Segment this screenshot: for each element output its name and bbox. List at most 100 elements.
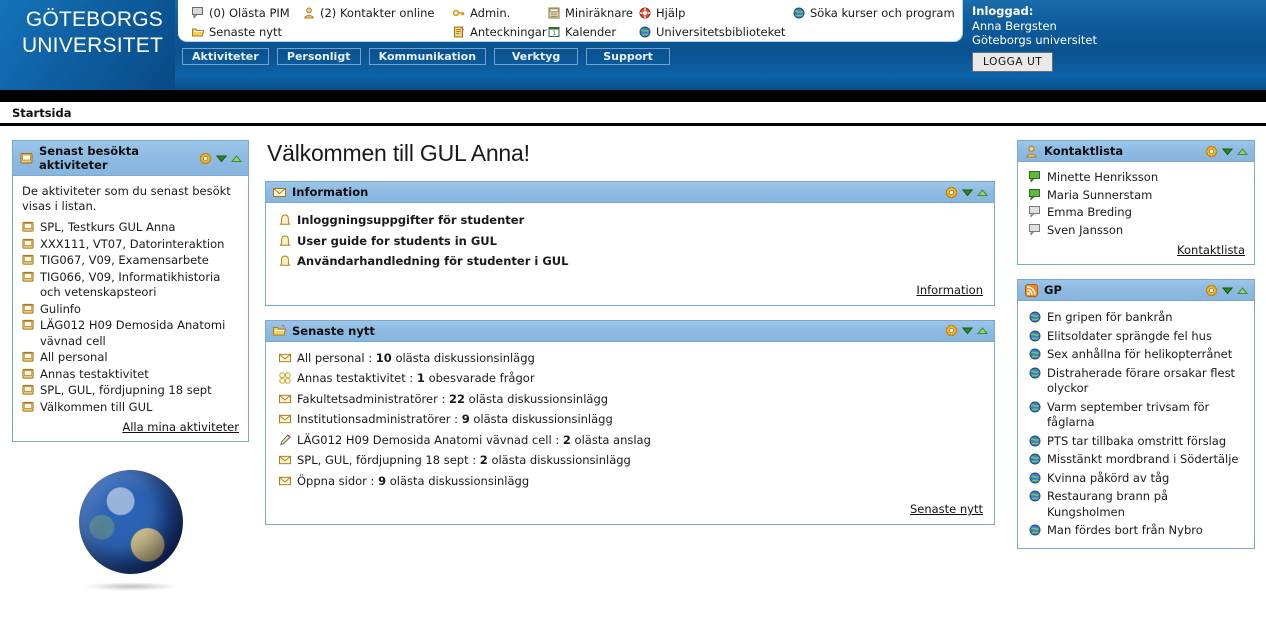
list-item[interactable]: Kvinna påkörd av tåg bbox=[1029, 471, 1245, 487]
list-item[interactable]: Öppna sidor : 9 olästa diskussionsinlägg bbox=[279, 474, 983, 490]
gear-icon[interactable] bbox=[1205, 145, 1218, 158]
quicklink-contacts-online[interactable]: (2) Kontakter online bbox=[303, 4, 435, 22]
chevron-down-icon[interactable] bbox=[215, 153, 228, 164]
link-latest-news[interactable]: Senaste nytt bbox=[910, 502, 983, 516]
list-item[interactable]: Varm september trivsam för fåglarna bbox=[1029, 400, 1245, 431]
quicklinks-panel: (0) Olästa PIM Senaste nytt (2) Kontakte… bbox=[178, 0, 963, 42]
portlet-tools bbox=[945, 324, 989, 337]
globe-icon bbox=[793, 7, 805, 19]
gp-headline: Distraherade förare orsakar flest olycko… bbox=[1047, 365, 1236, 396]
portlet-recent-activities: Senast besökta aktiviteter De aktivitete… bbox=[12, 140, 249, 442]
rss-icon bbox=[1025, 283, 1038, 297]
gp-news-list: En gripen för bankrån Elitsoldater sprän… bbox=[1029, 310, 1245, 539]
chevron-down-icon[interactable] bbox=[961, 187, 974, 198]
portlet-title: Information bbox=[292, 185, 369, 199]
list-item[interactable]: Misstänkt mordbrand i Södertälje bbox=[1029, 452, 1245, 468]
gear-icon[interactable] bbox=[945, 186, 958, 199]
news-count: 2 bbox=[479, 453, 488, 467]
nav-tab-support[interactable]: Support bbox=[586, 48, 671, 65]
university-logo[interactable]: GÖTEBORGS UNIVERSITET bbox=[0, 0, 175, 90]
list-item[interactable]: All personal : 10 olästa diskussionsinlä… bbox=[279, 351, 983, 367]
quicklink-admin[interactable]: Admin. bbox=[453, 4, 547, 22]
chevron-up-icon[interactable] bbox=[1236, 146, 1249, 157]
chevron-up-icon[interactable] bbox=[976, 325, 989, 336]
list-item[interactable]: Annas testaktivitet : 1 obesvarade frågo… bbox=[279, 371, 983, 387]
portlet-information: Information Inloggningsuppgifter för stu… bbox=[265, 181, 995, 306]
globe-icon bbox=[1029, 367, 1041, 379]
list-item[interactable]: Användarhandledning för studenter i GUL bbox=[279, 254, 983, 270]
quicklink-label: Anteckningar bbox=[470, 25, 547, 39]
list-item[interactable]: Sven Jansson bbox=[1029, 223, 1245, 239]
news-activity-name: LÄG012 H09 Demosida Anatomi vävnad cell bbox=[297, 432, 552, 447]
list-item[interactable]: Annas testaktivitet bbox=[22, 367, 239, 383]
list-item[interactable]: PTS tar tillbaka omstritt förslag bbox=[1029, 434, 1245, 450]
list-item[interactable]: TIG067, V09, Examensarbete bbox=[22, 253, 239, 269]
portlet-body: Inloggningsuppgifter för studenter User … bbox=[266, 203, 994, 305]
gear-icon[interactable] bbox=[1205, 284, 1218, 297]
news-activity-name: SPL, GUL, fördjupning 18 sept bbox=[297, 453, 469, 467]
main-navigation-tabs: Aktiviteter Personligt Kommunikation Ver… bbox=[182, 48, 671, 65]
quicklink-latest-news[interactable]: Senaste nytt bbox=[192, 23, 290, 41]
list-item[interactable]: SPL, GUL, fördjupning 18 sept : 2 olästa… bbox=[279, 453, 983, 469]
list-item[interactable]: XXX111, VT07, Datorinteraktion bbox=[22, 237, 239, 253]
nav-tab-aktiviteter[interactable]: Aktiviteter bbox=[182, 48, 269, 65]
list-item[interactable]: En gripen för bankrån bbox=[1029, 310, 1245, 326]
list-item[interactable]: Gulinfo bbox=[22, 302, 239, 318]
gear-icon[interactable] bbox=[199, 152, 212, 165]
portlet-header: GP bbox=[1018, 280, 1254, 301]
list-item[interactable]: Inloggningsuppgifter för studenter bbox=[279, 213, 983, 229]
quicklink-calendar[interactable]: 1 Kalender bbox=[548, 23, 633, 41]
notes-icon bbox=[453, 26, 465, 38]
news-activity-name: Fakultetsadministratörer bbox=[297, 391, 438, 406]
portlet-tools bbox=[945, 186, 989, 199]
link-all-my-activities[interactable]: Alla mina aktiviteter bbox=[122, 420, 239, 434]
chevron-up-icon[interactable] bbox=[230, 153, 243, 164]
contact-name: Minette Henriksson bbox=[1047, 170, 1159, 184]
list-item[interactable]: Maria Sunnerstam bbox=[1029, 188, 1245, 204]
list-item[interactable]: User guide for students in GUL bbox=[279, 234, 983, 250]
list-item[interactable]: Sex anhållna för helikopterrånet bbox=[1029, 347, 1245, 363]
gear-icon[interactable] bbox=[945, 324, 958, 337]
link-information[interactable]: Information bbox=[916, 283, 983, 297]
news-count: 1 bbox=[416, 371, 425, 385]
list-item[interactable]: LÄG012 H09 Demosida Anatomi vävnad cell bbox=[22, 318, 239, 349]
lifebuoy-icon bbox=[639, 7, 651, 19]
list-item[interactable]: Institutionsadministratörer : 9 olästa d… bbox=[279, 412, 983, 428]
list-item[interactable]: TIG066, V09, Informatikhistoria och vete… bbox=[22, 270, 239, 301]
list-item[interactable]: Fakultetsadministratörer : 22 olästa dis… bbox=[279, 392, 983, 408]
list-item[interactable]: Restaurang brann på Kungsholmen bbox=[1029, 489, 1245, 520]
list-item-label: Inloggningsuppgifter för studenter bbox=[297, 213, 525, 227]
list-item[interactable]: LÄG012 H09 Demosida Anatomi vävnad cell … bbox=[279, 433, 983, 449]
quicklink-notes[interactable]: Anteckningar bbox=[453, 23, 547, 41]
portlet-title: Senast besökta aktiviteter bbox=[39, 144, 140, 172]
list-item[interactable]: SPL, GUL, fördjupning 18 sept bbox=[22, 383, 239, 399]
envelope-icon bbox=[273, 186, 286, 199]
chevron-down-icon[interactable] bbox=[961, 325, 974, 336]
list-item[interactable]: Elitsoldater sprängde fel hus bbox=[1029, 329, 1245, 345]
list-item[interactable]: Välkommen till GUL bbox=[22, 400, 239, 416]
chevron-down-icon[interactable] bbox=[1221, 285, 1234, 296]
quicklink-help[interactable]: Hjälp bbox=[639, 4, 785, 22]
list-item[interactable]: All personal bbox=[22, 350, 239, 366]
link-contact-list[interactable]: Kontaktlista bbox=[1177, 243, 1245, 257]
quicklink-unread-pim[interactable]: (0) Olästa PIM bbox=[192, 4, 290, 22]
quicklink-search-courses[interactable]: Söka kurser och program bbox=[793, 4, 955, 22]
quicklink-university-library[interactable]: Universitetsbiblioteket bbox=[639, 23, 785, 41]
list-item[interactable]: SPL, Testkurs GUL Anna bbox=[22, 220, 239, 236]
nav-tab-personligt[interactable]: Personligt bbox=[276, 48, 361, 65]
list-item-label: Användarhandledning för studenter i GUL bbox=[297, 254, 569, 268]
chevron-up-icon[interactable] bbox=[976, 187, 989, 198]
logout-button[interactable]: LOGGA UT bbox=[972, 51, 1054, 72]
chevron-up-icon[interactable] bbox=[1236, 285, 1249, 296]
nav-tab-verktyg[interactable]: Verktyg bbox=[494, 48, 579, 65]
nav-tab-kommunikation[interactable]: Kommunikation bbox=[368, 48, 487, 65]
list-item[interactable]: Minette Henriksson bbox=[1029, 170, 1245, 186]
breadcrumb-item-startsida[interactable]: Startsida bbox=[12, 106, 72, 120]
list-item[interactable]: Emma Breding bbox=[1029, 205, 1245, 221]
list-item[interactable]: Distraherade förare orsakar flest olycko… bbox=[1029, 366, 1245, 397]
list-item[interactable]: Man fördes bort från Nybro bbox=[1029, 523, 1245, 539]
chevron-down-icon[interactable] bbox=[1221, 146, 1234, 157]
portlet-title: Senaste nytt bbox=[292, 323, 375, 338]
globe-icon bbox=[639, 26, 651, 38]
quicklink-calculator[interactable]: Miniräknare bbox=[548, 4, 633, 22]
